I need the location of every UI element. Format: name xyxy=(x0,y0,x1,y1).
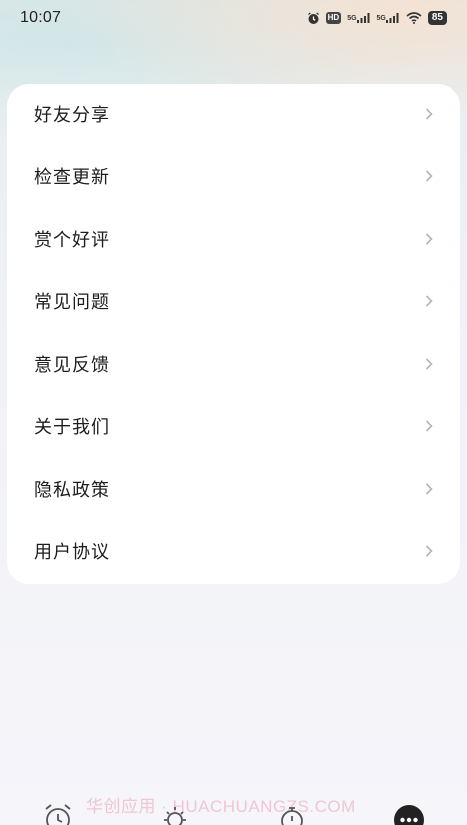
status-icons: HD 5G 5G 85 xyxy=(307,11,447,25)
menu-item-label: 意见反馈 xyxy=(34,355,110,376)
menu-item-check-update[interactable]: 检查更新 xyxy=(7,146,460,206)
menu-item-about[interactable]: 关于我们 xyxy=(7,396,460,456)
hd-icon: HD xyxy=(325,12,342,24)
menu-item-label: 好友分享 xyxy=(34,105,110,126)
signal-icon: 5G xyxy=(377,13,400,23)
chevron-right-icon xyxy=(425,420,433,432)
tab-alarm[interactable] xyxy=(28,797,88,825)
menu-item-label: 关于我们 xyxy=(34,417,110,438)
chevron-right-icon xyxy=(425,483,433,495)
chevron-right-icon xyxy=(425,358,433,370)
alarm-clock-icon xyxy=(45,804,71,825)
menu-item-label: 用户协议 xyxy=(34,542,110,563)
chevron-right-icon xyxy=(425,108,433,120)
status-time: 10:07 xyxy=(20,9,62,26)
chevron-right-icon xyxy=(425,170,433,182)
timer-icon xyxy=(280,807,303,825)
tab-timer[interactable] xyxy=(262,797,322,825)
battery-icon: 85 xyxy=(427,11,447,25)
menu-item-rate[interactable]: 赏个好评 xyxy=(7,209,460,269)
status-bar: 10:07 HD 5G 5G 85 xyxy=(0,0,467,36)
chevron-right-icon xyxy=(425,545,433,557)
settings-card: 好友分享 检查更新 赏个好评 常见问题 意见反馈 关于我们 隐私政策 用户协议 xyxy=(7,84,460,584)
tab-more[interactable] xyxy=(379,797,439,825)
sun-icon xyxy=(164,807,187,825)
menu-item-privacy[interactable]: 隐私政策 xyxy=(7,459,460,519)
menu-item-label: 检查更新 xyxy=(34,167,110,188)
more-icon xyxy=(393,805,424,825)
tab-weather[interactable] xyxy=(145,797,205,825)
menu-item-share[interactable]: 好友分享 xyxy=(7,84,460,144)
chevron-right-icon xyxy=(425,233,433,245)
menu-item-user-agreement[interactable]: 用户协议 xyxy=(7,521,460,581)
menu-item-label: 常见问题 xyxy=(34,292,110,313)
alarm-icon xyxy=(307,12,320,25)
menu-item-feedback[interactable]: 意见反馈 xyxy=(7,334,460,394)
menu-item-label: 赏个好评 xyxy=(34,230,110,251)
bottom-tab-bar xyxy=(0,797,467,825)
wifi-icon xyxy=(406,12,422,24)
menu-item-faq[interactable]: 常见问题 xyxy=(7,271,460,331)
menu-item-label: 隐私政策 xyxy=(34,480,110,501)
chevron-right-icon xyxy=(425,295,433,307)
signal-icon: 5G xyxy=(347,13,370,23)
